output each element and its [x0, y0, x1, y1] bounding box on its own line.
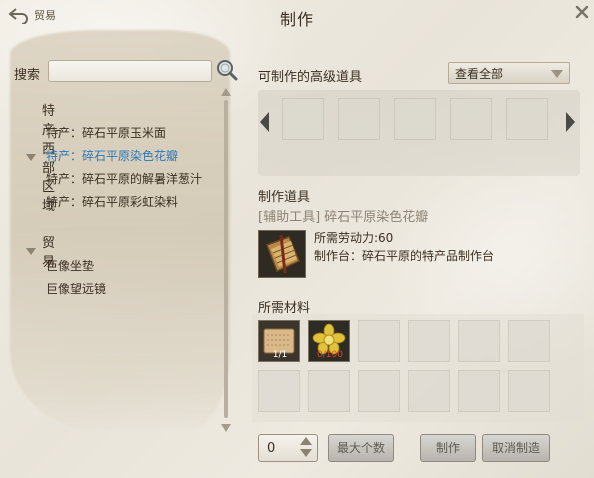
- material-slot-empty: [258, 370, 300, 412]
- advanced-item-slot[interactable]: [338, 98, 380, 140]
- title-bar: 贸易 制作: [0, 0, 594, 34]
- arrow-right-icon[interactable]: [566, 112, 575, 132]
- tree-item-colossus-cushion[interactable]: 巨像坐垫: [46, 257, 94, 274]
- tree-item-onion-juice[interactable]: 特产：碎石平原的解暑洋葱汁: [46, 170, 202, 187]
- dropdown-value: 查看全部: [455, 67, 504, 81]
- material-slot-empty: [358, 320, 400, 362]
- material-slot[interactable]: 1/1: [258, 320, 300, 362]
- window-title: 制作: [279, 10, 314, 29]
- material-count: 1/1: [272, 350, 288, 360]
- scroll-down-arrow-icon[interactable]: [221, 424, 231, 432]
- quantity-down-arrow-icon[interactable]: [300, 449, 312, 457]
- tree-item-corn-flour[interactable]: 特产：碎石平原玉米面: [46, 124, 166, 141]
- tree-item-dyed-petals[interactable]: 特产：碎石平原染色花瓣: [46, 147, 178, 164]
- list-scrollbar[interactable]: [224, 100, 228, 418]
- material-slot-empty: [458, 320, 500, 362]
- quantity-up-arrow-icon[interactable]: [300, 437, 312, 445]
- material-slot-empty: [308, 370, 350, 412]
- advanced-items-label: 可制作的高级道具: [258, 70, 363, 85]
- view-filter-dropdown[interactable]: 查看全部: [448, 62, 570, 84]
- quantity-value[interactable]: 0: [267, 441, 275, 456]
- craft-item-name: [辅助工具] 碎石平原染色花瓣: [258, 210, 429, 225]
- list-parchment-background: [10, 30, 230, 430]
- arrow-left-icon[interactable]: [260, 112, 269, 132]
- craft-button[interactable]: 制作: [420, 434, 476, 462]
- advanced-item-slot[interactable]: [506, 98, 548, 140]
- search-label: 搜索: [14, 68, 41, 83]
- material-slot-empty: [508, 320, 550, 362]
- advanced-item-slot[interactable]: [450, 98, 492, 140]
- scroll-up-arrow-icon[interactable]: [221, 88, 231, 96]
- crafting-window: 贸易 制作 搜索 特产–西部区域 特产：碎石平原玉米面 特产：碎石平原染色花瓣 …: [0, 0, 594, 478]
- material-count: 0/100: [317, 350, 343, 360]
- material-slot-empty: [358, 370, 400, 412]
- search-input[interactable]: [48, 60, 212, 82]
- advanced-item-slot[interactable]: [282, 98, 324, 140]
- material-slot-empty: [408, 370, 450, 412]
- craft-item-label: 制作道具: [258, 190, 311, 205]
- material-slot-empty: [508, 370, 550, 412]
- tree-item-colossus-telescope[interactable]: 巨像望远镜: [46, 280, 106, 297]
- cancel-craft-button[interactable]: 取消制造: [482, 434, 550, 462]
- material-slot[interactable]: 0/100: [308, 320, 350, 362]
- expand-triangle-icon: [26, 153, 36, 161]
- close-icon[interactable]: [574, 4, 590, 20]
- search-icon[interactable]: [215, 58, 239, 82]
- chevron-down-icon: [551, 70, 563, 78]
- material-slot-empty: [408, 320, 450, 362]
- advanced-item-slot[interactable]: [394, 98, 436, 140]
- material-slot-empty: [458, 370, 500, 412]
- crafting-station: 制作台：碎石平原的特产品制作台: [314, 249, 495, 263]
- max-quantity-button[interactable]: 最大个数: [328, 434, 394, 462]
- labor-cost: 所需劳动力:60: [314, 231, 394, 245]
- expand-triangle-icon: [26, 247, 36, 255]
- wrapped-parcel-icon[interactable]: [258, 230, 306, 278]
- tree-item-rainbow-dye[interactable]: 特产：碎石平原彩虹染料: [46, 193, 178, 210]
